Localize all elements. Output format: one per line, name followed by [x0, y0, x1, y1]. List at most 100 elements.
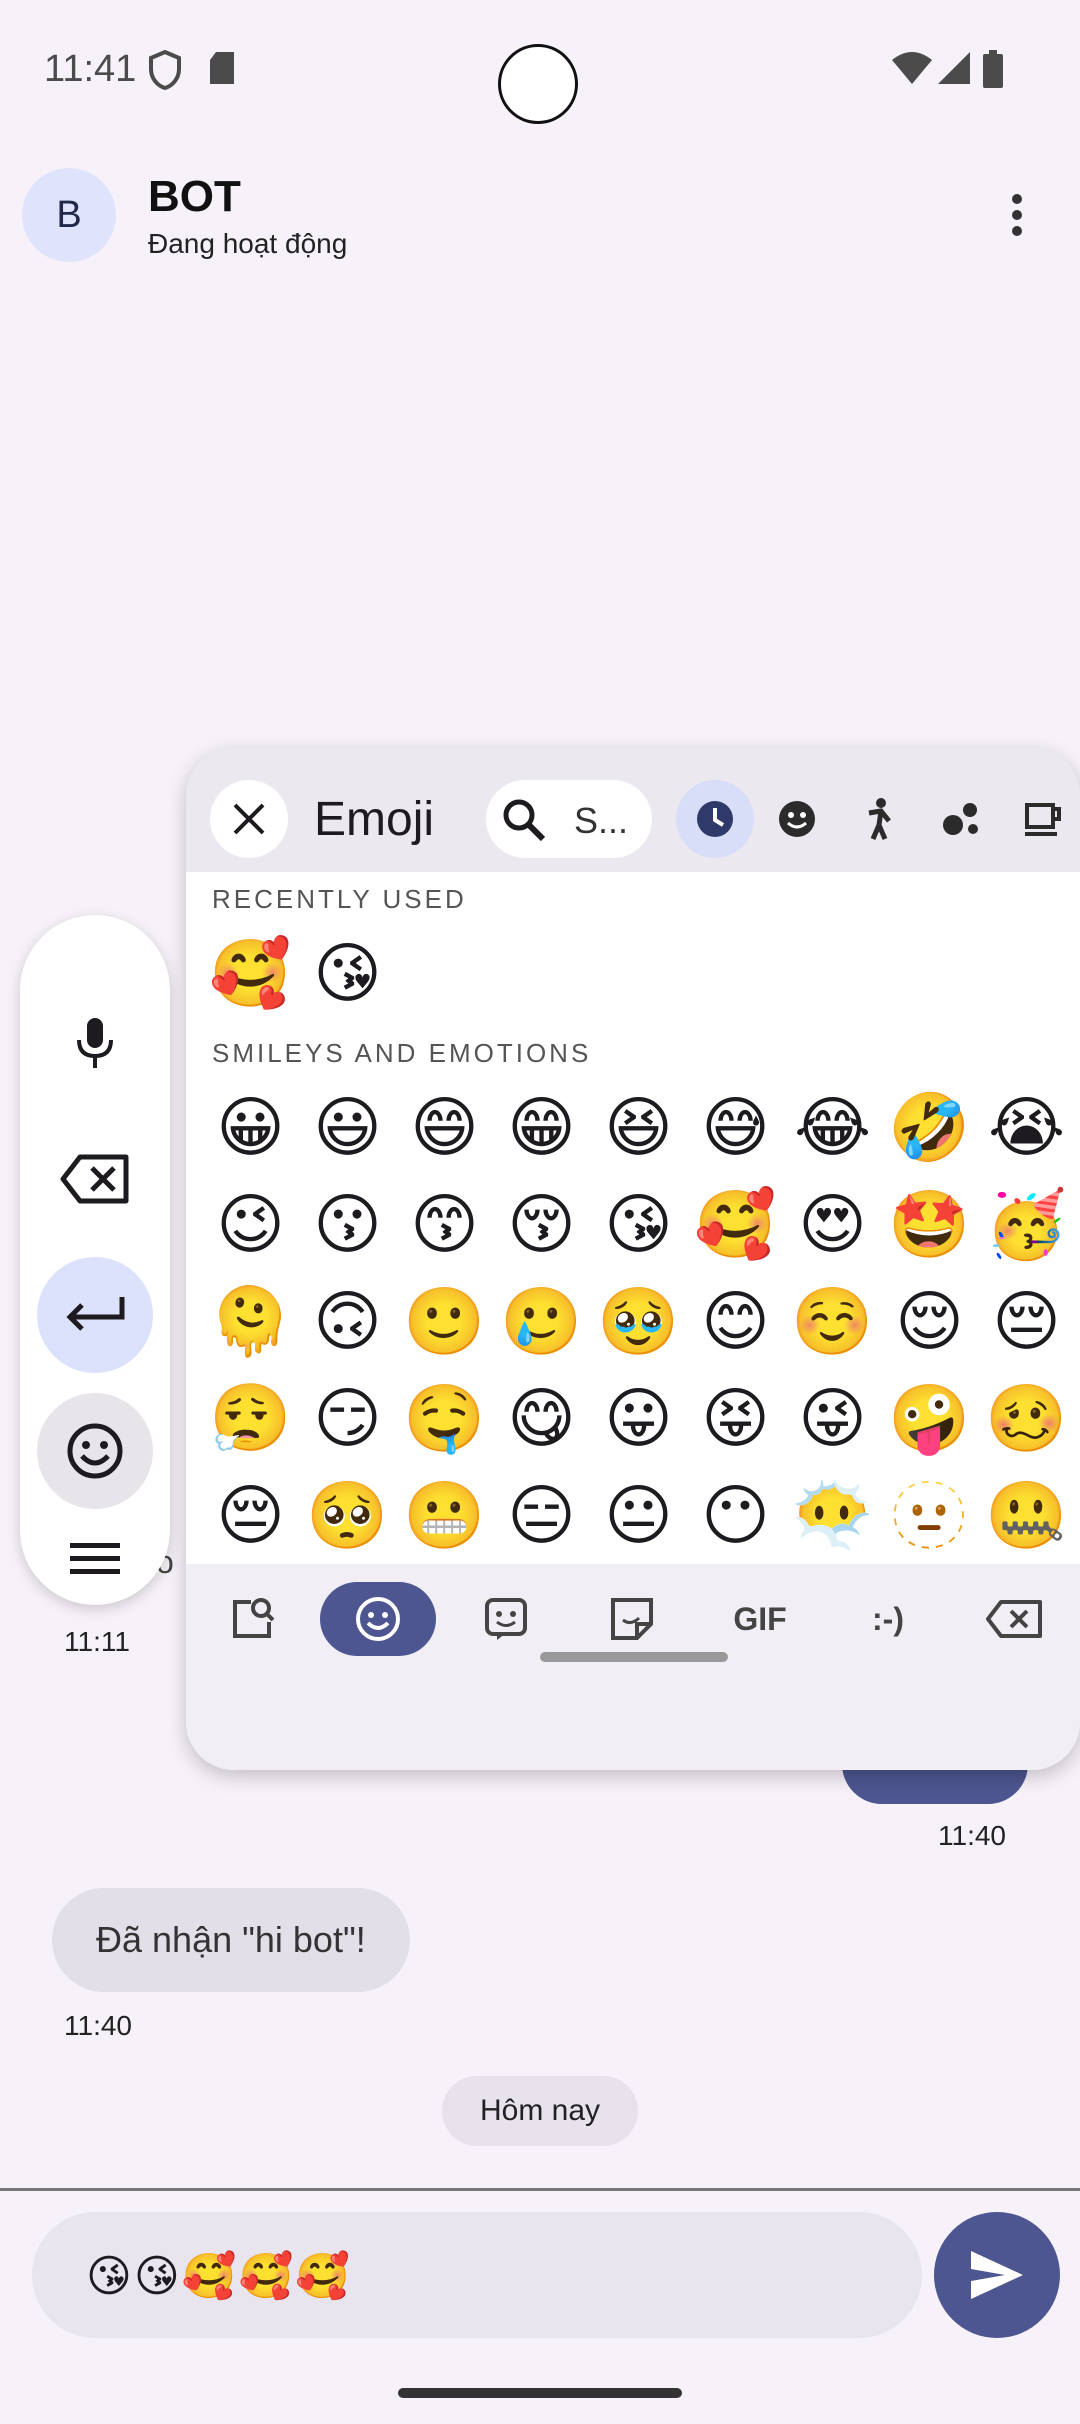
- more-options-icon[interactable]: [1000, 188, 1034, 244]
- panel-backspace-button[interactable]: [956, 1582, 1072, 1656]
- emoji-key[interactable]: 🤣: [881, 1079, 978, 1177]
- emoji-key[interactable]: 😝: [687, 1370, 784, 1468]
- emoji-key[interactable]: 😶‍🌫️: [784, 1467, 881, 1565]
- emoji-key[interactable]: 🙂: [396, 1273, 493, 1371]
- emoji-key[interactable]: 😏: [299, 1370, 396, 1468]
- smiley-icon: [356, 1597, 400, 1641]
- emoji-key[interactable]: 😉: [202, 1176, 299, 1274]
- emoji-row: 😮‍💨 😏 🤤 😋 😛 😝 😜 🤪 🥴: [202, 1370, 1075, 1468]
- received-message-bubble[interactable]: Đã nhận "hi bot"!: [52, 1888, 410, 1992]
- emoji-key[interactable]: 😆: [590, 1079, 687, 1177]
- emoji-kitchen-button[interactable]: [448, 1582, 564, 1656]
- divider: [0, 2188, 1080, 2191]
- emoji-search-input[interactable]: S...: [486, 780, 652, 858]
- emoji-key[interactable]: 😘: [590, 1176, 687, 1274]
- enter-button[interactable]: [37, 1257, 153, 1373]
- emoji-key[interactable]: 🤪: [881, 1370, 978, 1468]
- menu-button[interactable]: [37, 1529, 153, 1589]
- emoji-key[interactable]: 😭: [978, 1079, 1075, 1177]
- emoji-key[interactable]: 😙: [396, 1176, 493, 1274]
- close-button[interactable]: [210, 780, 288, 858]
- category-activities[interactable]: [922, 780, 1000, 858]
- emoji-key[interactable]: 😔: [978, 1273, 1075, 1371]
- front-camera: [498, 44, 578, 124]
- emoji-key[interactable]: 😂: [784, 1079, 881, 1177]
- emoji-panel: Emoji S... RECENTLY USED 🥰 😘 SMILEYS AND…: [186, 748, 1080, 1770]
- category-food[interactable]: [1004, 780, 1080, 858]
- emoji-key[interactable]: 😛: [590, 1370, 687, 1468]
- category-smileys[interactable]: [758, 780, 836, 858]
- emoji-key[interactable]: 😶: [687, 1467, 784, 1565]
- emoji-key[interactable]: 😬: [396, 1467, 493, 1565]
- category-recent[interactable]: [676, 780, 754, 858]
- clipboard-search-button[interactable]: [194, 1582, 310, 1656]
- status-time: 11:41: [44, 48, 137, 90]
- emoji-key[interactable]: 🥲: [493, 1273, 590, 1371]
- emoticon-button[interactable]: :-): [830, 1582, 946, 1656]
- emoji-key[interactable]: 😘: [299, 925, 396, 1023]
- message-time: 11:11: [64, 1626, 130, 1657]
- sticker-face-icon: [485, 1598, 527, 1640]
- emoji-toggle-button[interactable]: [37, 1393, 153, 1509]
- person-icon: [868, 798, 891, 840]
- send-button[interactable]: [934, 2212, 1060, 2338]
- emoji-key[interactable]: 🥳: [978, 1176, 1075, 1274]
- message-time: 11:40: [64, 2010, 132, 2041]
- emoji-tab-button[interactable]: [320, 1582, 436, 1656]
- emoji-key[interactable]: 😔: [202, 1467, 299, 1565]
- emoji-key[interactable]: 🥹: [590, 1273, 687, 1371]
- emoji-key[interactable]: ☺️: [784, 1273, 881, 1371]
- smiley-icon: [779, 801, 815, 837]
- backspace-icon: [986, 1600, 1042, 1638]
- emoji-key[interactable]: 😜: [784, 1370, 881, 1468]
- emoji-key[interactable]: 😋: [493, 1370, 590, 1468]
- section-label-recent: RECENTLY USED: [212, 884, 467, 914]
- section-label-smileys: SMILEYS AND EMOTIONS: [212, 1038, 592, 1068]
- stickers-button[interactable]: [574, 1582, 690, 1656]
- avatar[interactable]: B: [22, 168, 116, 262]
- message-input[interactable]: 😘😘🥰🥰🥰: [32, 2212, 922, 2338]
- emoji-key[interactable]: 😗: [299, 1176, 396, 1274]
- recent-emoji-row: 🥰 😘: [202, 925, 396, 1023]
- emoji-key[interactable]: 🤐: [978, 1467, 1075, 1565]
- search-placeholder: S...: [574, 800, 629, 841]
- emoji-key[interactable]: 🫥: [881, 1467, 978, 1565]
- emoji-key[interactable]: 🥰: [687, 1176, 784, 1274]
- emoji-key[interactable]: 🤩: [881, 1176, 978, 1274]
- chat-title: BOT: [148, 172, 241, 221]
- emoji-key[interactable]: 😑: [493, 1467, 590, 1565]
- emoji-key[interactable]: 🫠: [202, 1273, 299, 1371]
- emoji-key[interactable]: 🥴: [978, 1370, 1075, 1468]
- backspace-button[interactable]: [37, 1121, 153, 1237]
- gif-button[interactable]: GIF: [702, 1582, 818, 1656]
- panel-drag-handle[interactable]: [540, 1652, 728, 1662]
- emoji-key[interactable]: 😍: [784, 1176, 881, 1274]
- voice-input-button[interactable]: [37, 985, 153, 1101]
- clock-icon: [697, 801, 733, 837]
- backspace-icon: [60, 1154, 129, 1204]
- emoji-key[interactable]: 🙃: [299, 1273, 396, 1371]
- emoji-key[interactable]: 😄: [396, 1079, 493, 1177]
- category-people[interactable]: [840, 780, 918, 858]
- emoji-key[interactable]: 😌: [881, 1273, 978, 1371]
- home-indicator[interactable]: [398, 2388, 682, 2398]
- emoji-key[interactable]: 😅: [687, 1079, 784, 1177]
- emoji-panel-header: Emoji S...: [186, 748, 1080, 872]
- emoji-grid-area: RECENTLY USED 🥰 😘 SMILEYS AND EMOTIONS 😀…: [186, 872, 1080, 1564]
- enter-icon: [66, 1297, 125, 1331]
- emoji-key[interactable]: 🥺: [299, 1467, 396, 1565]
- emoji-key[interactable]: 😁: [493, 1079, 590, 1177]
- emoji-key[interactable]: 😃: [299, 1079, 396, 1177]
- emoji-key[interactable]: 😊: [687, 1273, 784, 1371]
- shield-icon: [149, 50, 181, 90]
- emoji-key[interactable]: 🥰: [202, 925, 299, 1023]
- emoji-key[interactable]: 😀: [202, 1079, 299, 1177]
- status-bar: 11:41: [0, 0, 1080, 140]
- emoji-row: 😀 😃 😄 😁 😆 😅 😂 🤣 😭: [202, 1079, 1075, 1177]
- emoji-key[interactable]: 😚: [493, 1176, 590, 1274]
- emoji-key[interactable]: 🤤: [396, 1370, 493, 1468]
- emoji-key[interactable]: 😐: [590, 1467, 687, 1565]
- battery-icon: [983, 50, 1003, 88]
- emoji-key[interactable]: 😮‍💨: [202, 1370, 299, 1468]
- message-time: 11:40: [938, 1820, 1006, 1851]
